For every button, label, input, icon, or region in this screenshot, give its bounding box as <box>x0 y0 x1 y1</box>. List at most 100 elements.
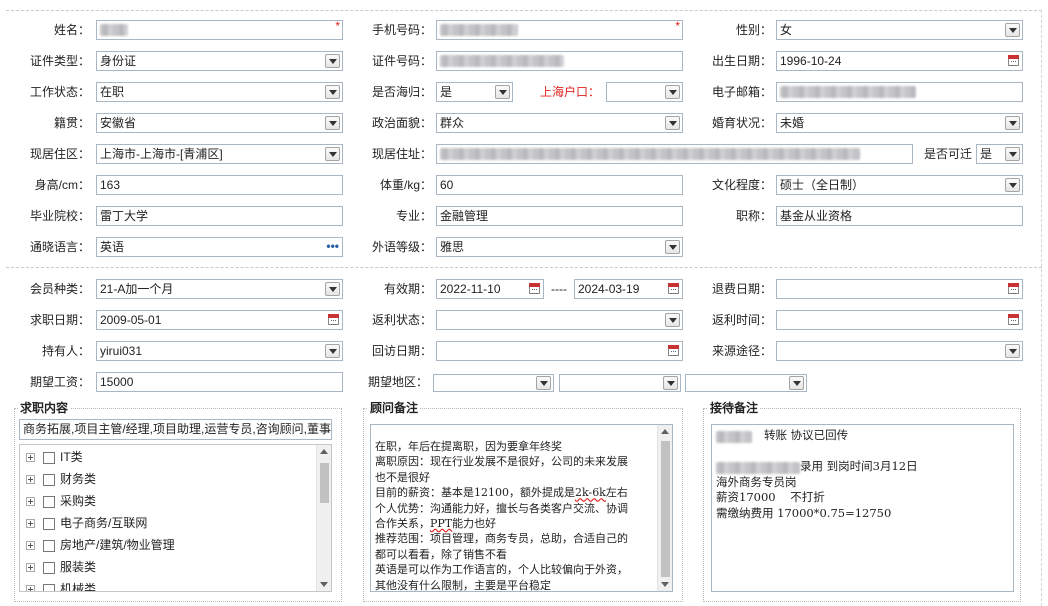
expand-plus-icon[interactable] <box>26 497 35 507</box>
revisit-date-field[interactable] <box>436 341 683 361</box>
region-city-select[interactable] <box>559 374 681 392</box>
expand-plus-icon[interactable] <box>26 585 35 591</box>
calendar-icon[interactable] <box>1008 314 1019 325</box>
note-scrollbar[interactable] <box>657 425 672 591</box>
tree-item-realestate[interactable]: 房地产/建筑/物业管理 <box>26 535 175 555</box>
email-field[interactable] <box>776 82 1023 102</box>
category-checkbox[interactable] <box>43 495 55 508</box>
dropdown-arrow-icon[interactable] <box>1005 116 1020 130</box>
tree-item-ecommerce[interactable]: 电子商务/互联网 <box>26 513 147 533</box>
job-category-tree[interactable]: IT类 财务类 采购类 电子商务/互联网 房地产/建筑/物业管理 服装类 机械类 <box>19 444 332 592</box>
dropdown-arrow-icon[interactable] <box>665 313 680 327</box>
dropdown-arrow-icon[interactable] <box>1005 344 1020 358</box>
returnee-select[interactable]: 是 <box>436 82 513 102</box>
source-select[interactable] <box>776 341 1023 361</box>
region-province-select[interactable] <box>433 374 554 392</box>
member-type-select[interactable]: 21-A加一个月 <box>96 279 343 299</box>
dropdown-arrow-icon[interactable] <box>325 147 340 161</box>
salary-field[interactable]: 15000 <box>96 372 343 392</box>
tree-scrollbar[interactable] <box>316 445 331 591</box>
relocate-select[interactable]: 是 <box>976 144 1023 164</box>
name-field[interactable]: * <box>96 20 343 40</box>
gender-select[interactable]: 女 <box>776 20 1023 40</box>
category-checkbox[interactable] <box>43 561 55 574</box>
expand-plus-icon[interactable] <box>26 453 35 463</box>
job-date-field[interactable]: 2009-05-01 <box>96 310 343 330</box>
phone-field[interactable]: * <box>436 20 683 40</box>
title-field[interactable]: 基金从业资格 <box>776 206 1023 226</box>
expand-plus-icon[interactable] <box>26 541 35 551</box>
validity-start-field[interactable]: 2022-11-10 <box>436 279 544 299</box>
major-field[interactable]: 金融管理 <box>436 206 683 226</box>
calendar-icon[interactable] <box>1008 283 1019 294</box>
dropdown-arrow-icon[interactable] <box>789 376 804 390</box>
dropdown-arrow-icon[interactable] <box>665 85 680 99</box>
tree-item-machinery[interactable]: 机械类 <box>26 579 96 591</box>
dropdown-arrow-icon[interactable] <box>325 282 340 296</box>
dropdown-arrow-icon[interactable] <box>325 116 340 130</box>
weight-field[interactable]: 60 <box>436 175 683 195</box>
job-content-summary[interactable]: 商务拓展,项目主管/经理,项目助理,运营专员,咨询顾问,董事 <box>19 419 332 440</box>
tree-item-finance[interactable]: 财务类 <box>26 469 96 489</box>
height-field[interactable]: 163 <box>96 175 343 195</box>
dropdown-arrow-icon[interactable] <box>536 376 551 390</box>
lang-level-select[interactable]: 雅思 <box>436 237 683 257</box>
refund-date-field[interactable] <box>776 279 1023 299</box>
validity-end-field[interactable]: 2024-03-19 <box>574 279 683 299</box>
address-field[interactable] <box>436 144 913 164</box>
tree-item-apparel[interactable]: 服装类 <box>26 557 96 577</box>
ellipsis-icon[interactable]: ••• <box>326 238 339 254</box>
tree-item-it[interactable]: IT类 <box>26 447 83 467</box>
scroll-up-icon[interactable] <box>661 429 669 434</box>
category-checkbox[interactable] <box>43 473 55 486</box>
dropdown-arrow-icon[interactable] <box>325 85 340 99</box>
shanghai-hukou-select[interactable] <box>606 82 683 102</box>
id-type-select[interactable]: 身份证 <box>96 51 343 71</box>
rebate-status-select[interactable] <box>436 310 683 330</box>
residence-select[interactable]: 上海市-上海市-[青浦区] <box>96 144 343 164</box>
holder-select[interactable]: yirui031 <box>96 341 343 361</box>
tree-item-purchasing[interactable]: 采购类 <box>26 491 96 511</box>
category-checkbox[interactable] <box>43 451 55 464</box>
scroll-thumb[interactable] <box>661 441 670 577</box>
birth-date-field[interactable]: 1996-10-24 <box>776 51 1023 71</box>
scroll-down-icon[interactable] <box>320 582 328 587</box>
region-district-select[interactable] <box>685 374 807 392</box>
native-select[interactable]: 安徽省 <box>96 113 343 133</box>
rebate-time-field[interactable] <box>776 310 1023 330</box>
school-field[interactable]: 雷丁大学 <box>96 206 343 226</box>
reception-note-textarea[interactable]: 转账 协议已回传 录用 到岗时间3月12日 海外商务专员岗 薪资17000 不打折需… <box>711 424 1014 592</box>
dropdown-arrow-icon[interactable] <box>325 54 340 68</box>
expand-plus-icon[interactable] <box>26 519 35 529</box>
dropdown-arrow-icon[interactable] <box>665 116 680 130</box>
dropdown-arrow-icon[interactable] <box>1005 178 1020 192</box>
dropdown-arrow-icon[interactable] <box>325 344 340 358</box>
language-field[interactable]: 英语 ••• <box>96 237 343 257</box>
work-status-select[interactable]: 在职 <box>96 82 343 102</box>
dropdown-arrow-icon[interactable] <box>495 85 510 99</box>
calendar-icon[interactable] <box>529 283 540 294</box>
weight-label: 体重/kg： <box>379 178 432 192</box>
political-label: 政治面貌： <box>371 116 432 130</box>
dropdown-arrow-icon[interactable] <box>1005 23 1020 37</box>
political-select[interactable]: 群众 <box>436 113 683 133</box>
scroll-up-icon[interactable] <box>320 449 328 454</box>
calendar-icon[interactable] <box>328 314 339 325</box>
category-checkbox[interactable] <box>43 539 55 552</box>
dropdown-arrow-icon[interactable] <box>665 240 680 254</box>
calendar-icon[interactable] <box>668 345 679 356</box>
dropdown-arrow-icon[interactable] <box>1005 147 1020 161</box>
expand-plus-icon[interactable] <box>26 563 35 573</box>
education-select[interactable]: 硕士（全日制） <box>776 175 1023 195</box>
marital-select[interactable]: 未婚 <box>776 113 1023 133</box>
expand-plus-icon[interactable] <box>26 475 35 485</box>
category-checkbox[interactable] <box>43 583 55 591</box>
consultant-note-textarea[interactable]: 在职，年后在提离职，因为要拿年终奖 离职原因：现在行业发展不是很好，公司的未来发展… <box>370 424 673 592</box>
category-checkbox[interactable] <box>43 517 55 530</box>
id-number-field[interactable] <box>436 51 683 71</box>
calendar-icon[interactable] <box>668 283 679 294</box>
scroll-thumb[interactable] <box>320 463 329 503</box>
scroll-down-icon[interactable] <box>661 582 669 587</box>
dropdown-arrow-icon[interactable] <box>663 376 678 390</box>
calendar-icon[interactable] <box>1008 55 1019 66</box>
